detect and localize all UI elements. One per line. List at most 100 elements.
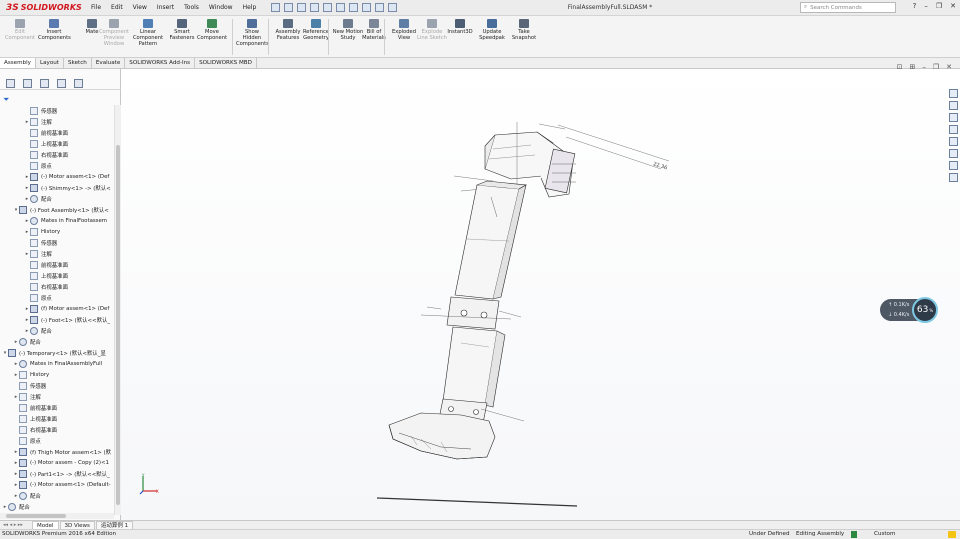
tree-item[interactable]: ▸ 配合 (24, 193, 52, 204)
tree-item[interactable]: ▸ (-) Motor assem<1> (Def (24, 171, 109, 182)
filter-icon[interactable]: ⏷ (3, 95, 9, 105)
tree-item[interactable]: 传感器 (24, 105, 57, 116)
cmd-edit-component-button[interactable]: Edit Component (4, 19, 36, 41)
configuration-manager-icon[interactable] (40, 78, 49, 88)
tree-item[interactable]: ▸ 配合 (2, 501, 30, 512)
tree-item[interactable]: ▸ 配合 (13, 490, 41, 501)
cmd-instant3d-button[interactable]: Instant3D (444, 19, 476, 35)
menu-tools[interactable]: Tools (179, 4, 204, 11)
tab-sketch[interactable]: Sketch (64, 58, 92, 68)
close-button[interactable]: ✕ (950, 2, 956, 10)
menu-window[interactable]: Window (204, 4, 238, 11)
feature-tree-icon[interactable] (6, 78, 15, 88)
cmd-component-preview-window-button[interactable]: Component Preview Window (98, 19, 130, 47)
tree-item[interactable]: ▸ (-) Motor assem - Copy (2)<1 (13, 457, 109, 468)
graphics-area[interactable]: ⊡ ⊞ – ❐ ✕ 22.36 ↑ 0.1K/s ↓ 0.4K/s 63 % Y… (121, 63, 960, 520)
tree-item-label: (-) Foot Assembly<1> (默认< (30, 207, 109, 214)
tab-solidworks-mbd[interactable]: SOLIDWORKS MBD (195, 58, 257, 68)
pin-icon[interactable] (271, 3, 281, 12)
cmd-insert-components-button[interactable]: Insert Components (38, 19, 71, 41)
tree-item-label: 注解 (41, 251, 52, 258)
tab-assembly[interactable]: Assembly (0, 58, 36, 68)
tab-solidworks-add-ins[interactable]: SOLIDWORKS Add-Ins (125, 58, 196, 68)
tree-item[interactable]: 右视基准面 (24, 149, 68, 160)
tree-item[interactable]: ▾ (-) Foot Assembly<1> (默认< (13, 204, 109, 215)
tree-item[interactable]: ▸ (f) Motor assem<1> (Def (24, 303, 109, 314)
tree-item[interactable]: 前视基准面 (24, 127, 68, 138)
tree-item[interactable]: ▸ 注解 (24, 116, 52, 127)
options-gear-icon[interactable] (388, 3, 398, 12)
select-icon[interactable] (349, 3, 359, 12)
tree-item[interactable]: ▸ (-) Motor assem<1> (Default- (13, 479, 111, 490)
tree-item[interactable]: ▸ History (24, 226, 60, 237)
tree-item[interactable]: ▸ 配合 (13, 336, 41, 347)
tree-item[interactable]: ▸ History (13, 369, 49, 380)
tree-item[interactable]: 上视基准面 (13, 413, 57, 424)
notification-icon[interactable] (948, 531, 956, 538)
cmd-smart-fasteners-button[interactable]: Smart Fasteners (166, 19, 198, 41)
tree-item[interactable]: 上视基准面 (24, 138, 68, 149)
cmd-take-snapshot-button[interactable]: Take Snapshot (508, 19, 540, 41)
tree-item-label: 前视基准面 (41, 130, 68, 137)
property-manager-icon[interactable] (23, 78, 32, 88)
tree-item[interactable]: 右视基准面 (13, 424, 57, 435)
print-icon[interactable] (323, 3, 333, 12)
mate-icon (19, 491, 27, 500)
cmd-update-speedpak-button[interactable]: Update Speedpak (476, 19, 508, 41)
minimize-button[interactable]: – (924, 2, 928, 10)
tree-item[interactable]: ▸ (-) Foot<1> (默认<<默认_ (24, 314, 110, 325)
tree-item[interactable]: 前视基准面 (13, 402, 57, 413)
new-document-icon[interactable] (284, 3, 294, 12)
dimxpert-icon[interactable] (57, 78, 66, 88)
tree-item[interactable]: ▸ Mates in FinalAssemblyFull (13, 358, 102, 369)
tree-vertical-scrollbar[interactable] (114, 105, 121, 515)
tab-evaluate[interactable]: Evaluate (92, 58, 126, 68)
save-icon[interactable] (310, 3, 320, 12)
tree-item[interactable]: ▸ 注解 (13, 391, 41, 402)
restore-button[interactable]: ❐ (936, 2, 942, 10)
tab-nav-arrows[interactable]: ◂◂ ◂ ▸ ▸▸ (0, 522, 32, 528)
file-properties-icon[interactable] (375, 3, 385, 12)
asm-icon (30, 183, 38, 192)
menu-help[interactable]: Help (238, 4, 262, 11)
menu-file[interactable]: File (86, 4, 106, 11)
tree-item[interactable]: 前视基准面 (24, 259, 68, 270)
display-manager-icon[interactable] (74, 78, 83, 88)
cmd-linear-component-pattern-button[interactable]: Linear Component Pattern (132, 19, 164, 47)
tree-item[interactable]: ▸ 配合 (24, 325, 52, 336)
tree-item[interactable]: ▸ (f) Thigh Motor assem<1> (默 (13, 446, 111, 457)
robot-leg-assembly-model[interactable]: 22.36 (121, 69, 960, 520)
tree-item[interactable]: ▸ (-) Part1<1> -> (默认<<默认_ (13, 468, 110, 479)
undo-icon[interactable] (336, 3, 346, 12)
rebuild-icon[interactable] (362, 3, 372, 12)
search-commands-box[interactable]: ⌕ Search Commands (800, 2, 896, 13)
open-icon[interactable] (297, 3, 307, 12)
cmd-move-component-button[interactable]: Move Component (196, 19, 228, 41)
menu-insert[interactable]: Insert (152, 4, 179, 11)
tree-item[interactable]: ▸ (-) Shimmy<1> -> (默认< (24, 182, 111, 193)
tree-item[interactable]: 原点 (24, 292, 52, 303)
tree-item[interactable]: ▸ 注解 (24, 248, 52, 259)
tree-item[interactable]: 传感器 (24, 237, 57, 248)
tree-item[interactable]: 原点 (24, 160, 52, 171)
tree-item[interactable]: 上视基准面 (24, 270, 68, 281)
tree-item[interactable]: 传感器 (13, 380, 46, 391)
asm-icon (8, 348, 16, 357)
tree-item[interactable]: ▾ (-) Temporary<1> (默认<默认_显 (2, 347, 106, 358)
tree-horizontal-scrollbar[interactable] (0, 513, 114, 519)
status-units[interactable]: Custom (874, 530, 895, 539)
menu-view[interactable]: View (128, 4, 152, 11)
tree-item[interactable]: 右视基准面 (24, 281, 68, 292)
linear-component-pattern-icon (143, 19, 153, 28)
scroll-thumb[interactable] (116, 145, 120, 505)
cmd-show-hidden-components-button[interactable]: Show Hidden Components (236, 19, 269, 47)
rebuild-status-icon[interactable] (851, 531, 857, 538)
tree-item[interactable]: ▸ Mates in FinalFootassem (24, 215, 107, 226)
menu-edit[interactable]: Edit (106, 4, 128, 11)
tab-layout[interactable]: Layout (36, 58, 64, 68)
scroll-thumb[interactable] (6, 514, 66, 518)
cmd-bill-of-materials-button[interactable]: Bill of Materials (358, 19, 390, 41)
solidworks-logo[interactable]: 3S SOLIDWORKS (0, 0, 82, 16)
tree-item[interactable]: 原点 (13, 435, 41, 446)
help-icon[interactable]: ? (913, 2, 917, 10)
